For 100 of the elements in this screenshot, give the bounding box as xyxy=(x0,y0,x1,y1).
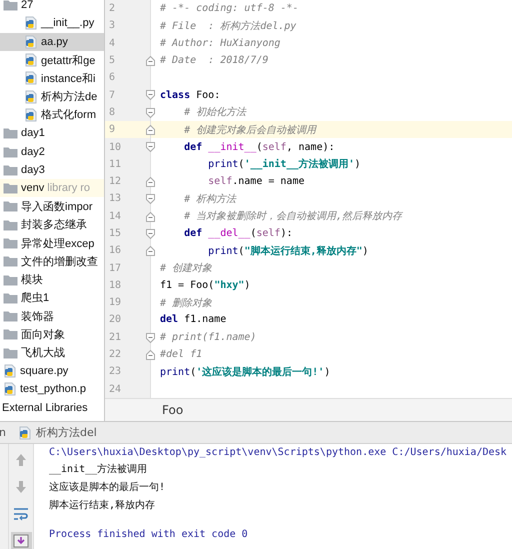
folder-icon xyxy=(3,182,18,194)
scroll-to-end-icon[interactable] xyxy=(10,532,32,549)
fold-icon[interactable] xyxy=(146,194,155,204)
file-name[interactable]: __init__.py xyxy=(41,17,94,30)
folder-name[interactable]: day2 xyxy=(21,146,45,158)
code-line: f1 = Foo("hxy") xyxy=(160,280,250,291)
code-line: del f1.name xyxy=(160,314,226,326)
code-line: print('这应该是脚本的最后一句!') xyxy=(160,365,330,379)
code-line: # 当对象被删除时，会自动被调用,然后释放内存 xyxy=(183,210,402,224)
line-number: 2 xyxy=(109,3,116,14)
folder-name[interactable]: venv xyxy=(21,182,44,194)
fold-icon[interactable] xyxy=(146,332,155,343)
console-line: 脚本运行结束,释放内存 xyxy=(49,498,156,512)
code-line: self.name = name xyxy=(207,176,304,188)
line-number: 24 xyxy=(109,384,122,395)
folder-name[interactable]: 封装多态继承 xyxy=(21,217,87,232)
fold-icon[interactable] xyxy=(146,125,155,136)
line-number: 6 xyxy=(109,72,116,84)
folder-note: library ro xyxy=(47,182,90,194)
line-number: 22 xyxy=(109,349,122,360)
line-number: 19 xyxy=(109,297,122,308)
code-line: # Date : 2018/7/9 xyxy=(160,55,268,66)
file-name[interactable]: instance和i xyxy=(41,70,96,86)
run-tab[interactable]: 析构方法del xyxy=(36,425,97,440)
folder-name[interactable]: 文件的增删改查 xyxy=(21,254,98,269)
console-line: 这应该是脚本的最后一句! xyxy=(49,480,166,494)
folder-name[interactable]: day3 xyxy=(21,164,45,176)
fold-icon[interactable] xyxy=(146,246,155,256)
line-number: 11 xyxy=(109,158,122,170)
console-line: Process finished with exit code 0 xyxy=(49,529,249,540)
code-line: # File : 析构方法del.py xyxy=(160,20,296,33)
tree-item[interactable]: External Libraries xyxy=(2,402,88,414)
folder-icon xyxy=(3,346,18,359)
folder-icon xyxy=(3,310,18,322)
folder-name[interactable]: 面向对象 xyxy=(21,326,65,342)
code-line: # 创建完对象后会自动被调用 xyxy=(183,124,316,137)
folder-icon xyxy=(3,146,18,158)
python-file-icon xyxy=(24,90,38,104)
python-file-icon xyxy=(24,16,38,30)
code-line: # 初始化方法 xyxy=(183,106,246,120)
code-line: # Author: HuXianyong xyxy=(160,38,280,49)
line-number: 12 xyxy=(109,176,122,188)
python-file-icon xyxy=(24,34,38,49)
line-number: 8 xyxy=(109,106,116,118)
code-line: # -*- coding: utf-8 -*- xyxy=(160,3,298,14)
line-number: 5 xyxy=(109,55,116,66)
file-name[interactable]: 析构方法de xyxy=(41,89,98,104)
folder-icon xyxy=(3,164,18,176)
folder-name[interactable]: 异常处理excep xyxy=(21,236,94,250)
fold-icon[interactable] xyxy=(146,212,155,222)
code-line: def __init__(self, name): xyxy=(183,142,335,153)
code-line: #del f1 xyxy=(160,349,202,360)
folder-icon xyxy=(3,255,18,268)
breadcrumb[interactable]: Foo xyxy=(162,403,184,417)
folder-name[interactable]: 模块 xyxy=(21,272,43,288)
code-line: # print(f1.name) xyxy=(160,332,256,343)
line-number: 16 xyxy=(109,245,122,256)
folder-name[interactable]: 爬虫1 xyxy=(21,290,50,306)
file-name[interactable]: getattr和ge xyxy=(41,52,96,68)
console-line: C:\Users\huxia\Desktop\py_script\venv\Scripts\python.exe C:/Users/huxia/Desk xyxy=(49,447,507,458)
panel-title: n xyxy=(0,426,6,439)
python-file-icon xyxy=(3,382,17,396)
code-line: # 创建对象 xyxy=(160,262,212,276)
folder-name[interactable]: day1 xyxy=(21,127,45,140)
folder-icon xyxy=(3,127,18,140)
line-number: 21 xyxy=(109,332,122,343)
folder-name[interactable]: 飞机大战 xyxy=(21,345,65,360)
code-line: # 析构方法 xyxy=(183,192,236,206)
line-number: 23 xyxy=(109,366,122,378)
fold-icon[interactable] xyxy=(146,56,155,66)
line-number: 13 xyxy=(109,193,122,204)
folder-icon xyxy=(3,274,18,286)
file-name[interactable]: test_python.p xyxy=(20,383,86,396)
code-line: print('__init__方法被调用') xyxy=(207,157,361,172)
code-line: # 删除对象 xyxy=(160,296,212,310)
fold-icon[interactable] xyxy=(146,350,155,360)
folder-icon xyxy=(3,218,18,231)
fold-icon[interactable] xyxy=(146,176,155,187)
line-number: 20 xyxy=(109,314,122,326)
folder-icon xyxy=(3,292,18,304)
fold-icon[interactable] xyxy=(146,108,155,118)
folder-icon xyxy=(3,200,18,212)
line-number: 7 xyxy=(109,90,116,101)
line-number: 18 xyxy=(109,280,122,291)
fold-icon[interactable] xyxy=(146,90,155,100)
folder-name[interactable]: 27 xyxy=(21,0,34,12)
fold-icon[interactable] xyxy=(146,142,155,152)
fold-icon[interactable] xyxy=(146,228,155,239)
python-file-icon xyxy=(24,53,38,68)
file-name[interactable]: 格式化form xyxy=(41,107,96,122)
python-file-icon xyxy=(24,108,38,122)
file-name[interactable]: aa.py xyxy=(41,36,68,48)
folder-name[interactable]: 装饰器 xyxy=(21,308,54,324)
file-name[interactable]: square.py xyxy=(20,365,68,378)
python-file-icon xyxy=(18,426,32,440)
folder-name[interactable]: 导入函数impor xyxy=(21,198,93,214)
line-number: 3 xyxy=(109,20,116,32)
line-number: 15 xyxy=(109,228,122,239)
line-number: 9 xyxy=(109,124,116,136)
code-line: class Foo: xyxy=(160,90,220,101)
